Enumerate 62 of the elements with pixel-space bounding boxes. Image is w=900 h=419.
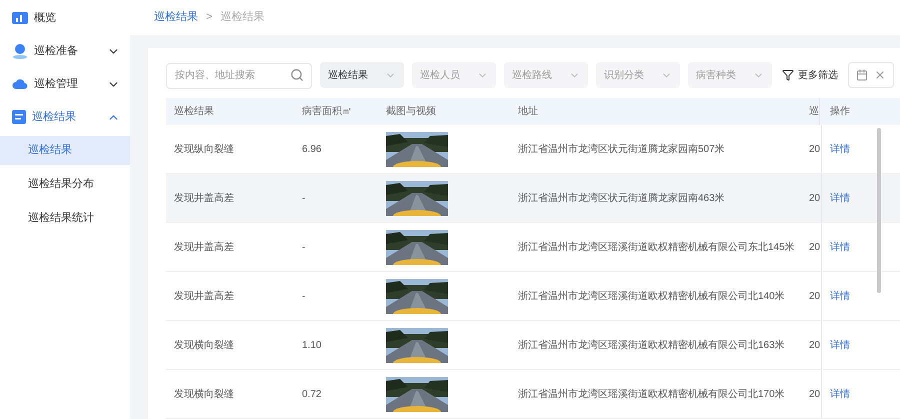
chart-icon <box>12 12 28 24</box>
table-cell-text: 浙江省温州市龙湾区状元街道腾龙家园南463米 <box>517 192 726 206</box>
column-header: 病害面积㎡ <box>301 104 353 119</box>
document-icon <box>12 110 26 124</box>
table-row[interactable]: 发现纵向裂缝 6.96 浙江省温州市龙湾区状元街道腾龙家园南507米 20 详情 <box>166 125 900 174</box>
table-cell-text: 1.10 <box>301 338 322 352</box>
date-picker-button[interactable] <box>848 62 894 88</box>
table-cell-text: 发现井盖高差 <box>173 192 235 206</box>
table-cell-text: - <box>301 240 306 254</box>
calendar-icon <box>856 69 868 81</box>
filter-select[interactable]: 巡检结果 <box>320 62 404 88</box>
table-cell-text: 发现井盖高差 <box>173 290 235 304</box>
details-link[interactable]: 详情 <box>830 288 850 304</box>
breadcrumb-link[interactable]: 巡检结果 <box>154 9 198 26</box>
table-cell-text: 20 <box>809 290 821 304</box>
column-header: 巡检结果 <box>173 104 215 119</box>
table-cell-text: 0.72 <box>301 388 322 402</box>
person-icon <box>12 43 28 59</box>
filter-icon <box>782 69 794 81</box>
more-filters-button[interactable]: 更多筛选 <box>782 68 838 82</box>
search-icon <box>290 68 304 82</box>
nav-subitem[interactable]: 巡检结果分布 <box>0 170 130 199</box>
nav-item[interactable]: 巡检准备 <box>0 37 130 65</box>
column-header: 截图与视频 <box>385 104 437 119</box>
table-cell-text: 20 <box>809 338 821 352</box>
nav-subitem[interactable]: 巡检结果统计 <box>0 204 130 233</box>
table-cell-text: 发现横向裂缝 <box>173 388 235 402</box>
column-header: 地址 <box>517 104 539 119</box>
close-icon <box>874 69 886 81</box>
search-field[interactable]: 按内容、地址搜索 <box>166 62 312 88</box>
table-cell-text: 浙江省温州市龙湾区状元街道腾龙家园南507米 <box>517 142 726 156</box>
nav-item[interactable]: 概览 <box>0 4 130 32</box>
table-row[interactable]: 发现横向裂缝 1.10 浙江省温州市龙湾区瑶溪街道欧权精密机械有限公司北163米 20 详情 <box>166 321 900 370</box>
table-cell-text: 20 <box>809 142 821 156</box>
table-cell-text: 发现井盖高差 <box>173 240 235 254</box>
details-link[interactable]: 详情 <box>830 240 850 254</box>
details-link[interactable]: 详情 <box>830 338 850 352</box>
table-row[interactable]: 发现横向裂缝 0.72 浙江省温州市龙湾区瑶溪街道欧权精密机械有限公司北170米 20 详情 <box>166 370 900 419</box>
nav-item[interactable]: 巡检管理 <box>0 70 130 98</box>
table-cell-text: 浙江省温州市龙湾区瑶溪街道欧权精密机械有限公司北170米 <box>517 388 786 402</box>
table-cell-text: 20 <box>809 388 821 402</box>
table-cell-text: 浙江省温州市龙湾区瑶溪街道欧权精密机械有限公司东北145米 <box>517 240 796 254</box>
nav-subitem[interactable]: 巡检结果 <box>0 136 130 165</box>
table-cell-text: 20 <box>809 192 821 206</box>
table-cell-text: 6.96 <box>301 142 322 156</box>
details-link[interactable]: 详情 <box>830 386 850 402</box>
table-row[interactable]: 发现井盖高差 - 浙江省温州市龙湾区状元街道腾龙家园南463米 20 详情 <box>166 174 900 223</box>
table-row[interactable]: 发现井盖高差 - 浙江省温州市龙湾区瑶溪街道欧权精密机械有限公司东北145米 20 详情 <box>166 223 900 272</box>
column-header: 巡 <box>809 105 819 119</box>
details-link[interactable]: 详情 <box>830 190 850 206</box>
breadcrumb-separator: > <box>206 10 212 26</box>
details-link[interactable]: 详情 <box>830 142 850 156</box>
table-cell-text: 发现横向裂缝 <box>173 338 235 352</box>
nav-item[interactable]: 巡检结果 <box>0 103 130 131</box>
table-cell-text: 20 <box>809 240 821 254</box>
table-row[interactable]: 发现井盖高差 - 浙江省温州市龙湾区瑶溪街道欧权精密机械有限公司北140米 20 详情 <box>166 272 900 321</box>
table-cell-text: 浙江省温州市龙湾区瑶溪街道欧权精密机械有限公司北140米 <box>517 290 786 304</box>
table-cell-text: - <box>301 192 306 206</box>
table-cell-text: - <box>301 290 306 304</box>
table-cell-text: 浙江省温州市龙湾区瑶溪街道欧权精密机械有限公司北163米 <box>517 338 786 352</box>
cloud-icon <box>12 78 28 90</box>
table-cell-text: 发现纵向裂缝 <box>173 142 235 156</box>
